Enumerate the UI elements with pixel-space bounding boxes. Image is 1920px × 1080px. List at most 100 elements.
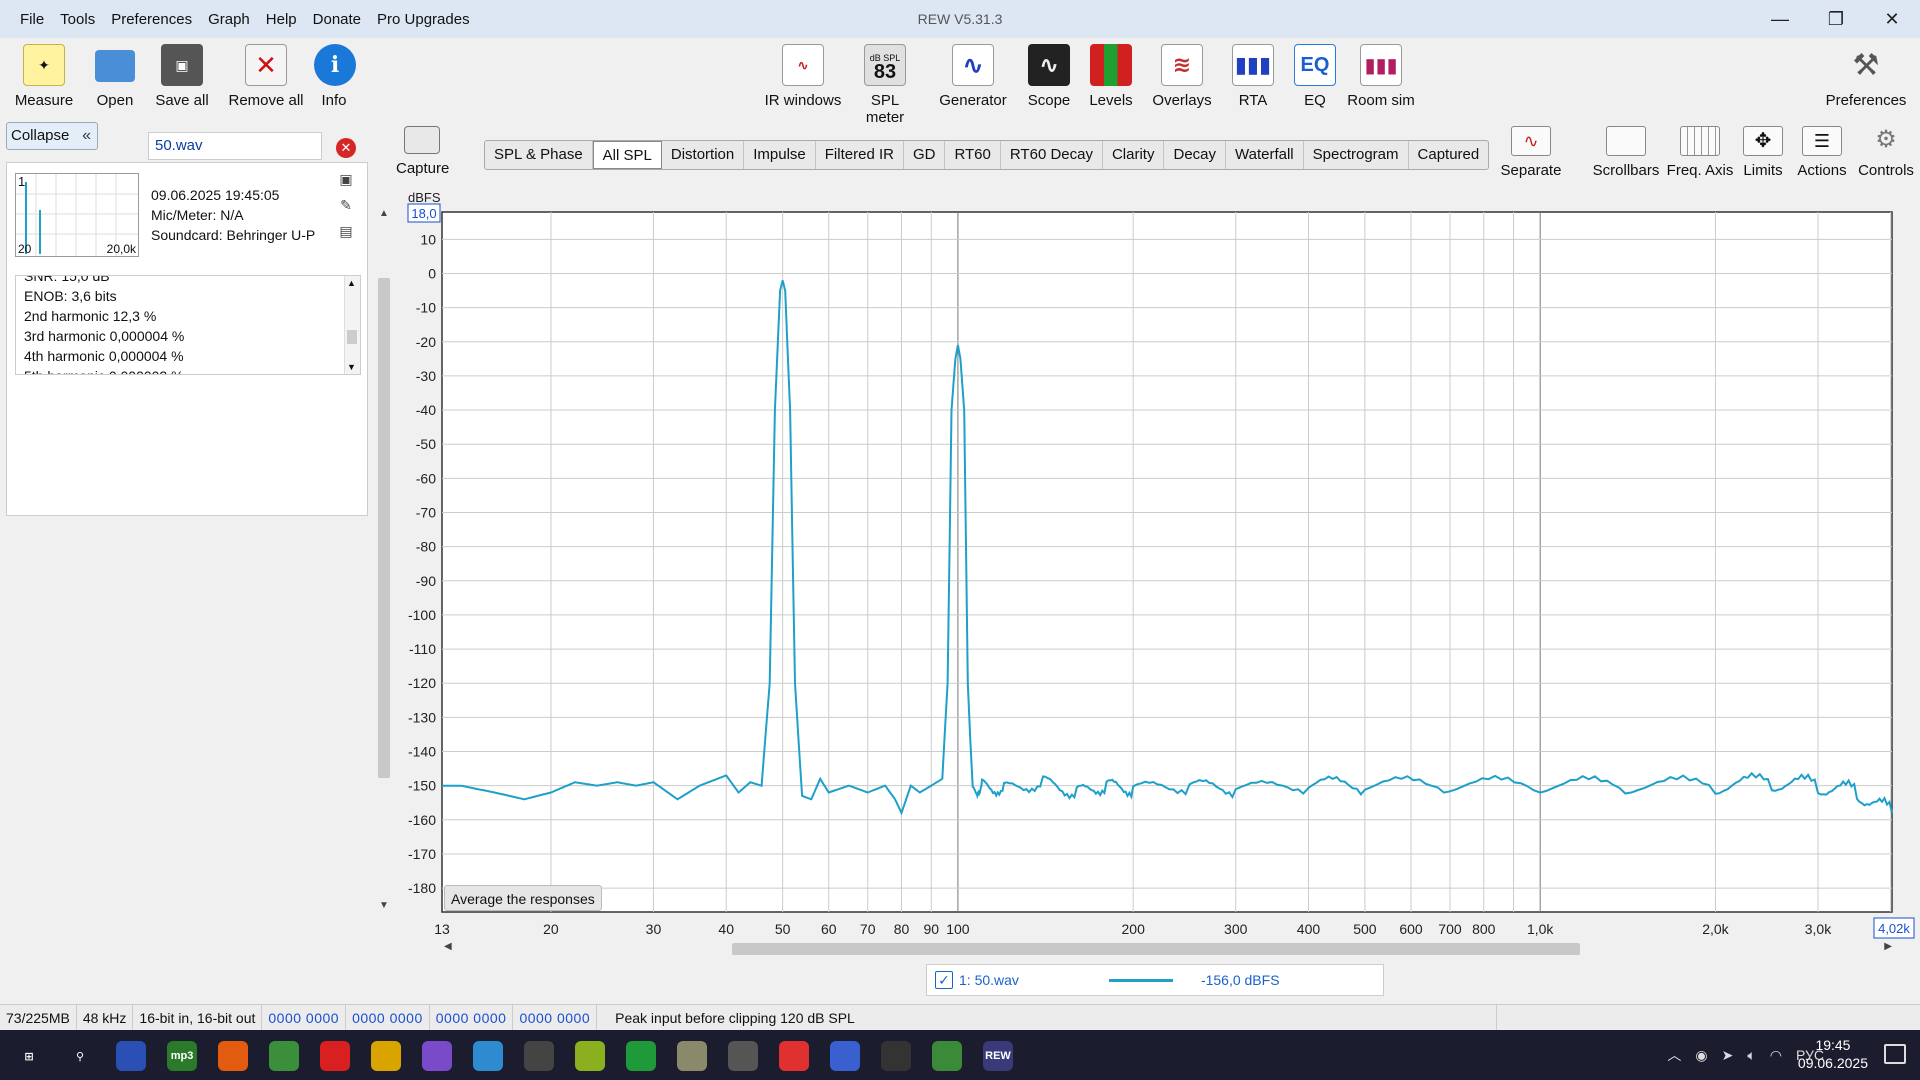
open-button[interactable]: Open — [90, 44, 140, 109]
menu-graph[interactable]: Graph — [200, 11, 258, 28]
tab-clarity[interactable]: Clarity — [1103, 141, 1165, 169]
tab-distortion[interactable]: Distortion — [662, 141, 745, 169]
preferences-button[interactable]: ⚒ Preferences — [1824, 44, 1908, 110]
tab-waterfall[interactable]: Waterfall — [1226, 141, 1304, 169]
ir-windows-button[interactable]: ∿ IR windows — [762, 44, 844, 109]
app-orange-icon[interactable] — [116, 1041, 146, 1071]
generator-button[interactable]: ∿ Generator — [938, 44, 1008, 109]
scope-button[interactable]: ∿ Scope — [1026, 44, 1072, 109]
volume-icon[interactable]: 🔈︎ — [1747, 1047, 1755, 1064]
average-responses-button[interactable]: Average the responses — [444, 885, 602, 911]
tab-spectrogram[interactable]: Spectrogram — [1304, 141, 1409, 169]
save-icon[interactable]: ▣ — [337, 171, 355, 189]
save-all-button[interactable]: ▣ Save all — [154, 44, 210, 109]
telegram-tray-icon[interactable]: ➤ — [1722, 1047, 1734, 1064]
scroll-right-icon[interactable]: ▶ — [1884, 941, 1892, 952]
measurement-name-field[interactable]: 50.wav — [148, 132, 322, 160]
overlays-button[interactable]: ≋ Overlays — [1152, 44, 1212, 109]
series-visibility-checkbox[interactable]: ✓ — [935, 971, 953, 989]
shield-app-icon[interactable] — [932, 1041, 962, 1071]
clock[interactable]: 19:45 09.06.2025 — [1798, 1036, 1868, 1072]
graph-horizontal-scrollbar[interactable]: ◀ ▶ — [440, 941, 1896, 955]
green-plug-icon[interactable] — [626, 1041, 656, 1071]
telegram-icon[interactable] — [473, 1041, 503, 1071]
tab-decay[interactable]: Decay — [1164, 141, 1227, 169]
search-icon[interactable]: ⚲ — [65, 1041, 95, 1071]
rta-button[interactable]: ▮▮▮ RTA — [1232, 44, 1274, 109]
spl-graph[interactable]: 10 0 -10 -20 -30 -40 -50 -60 -70 -80 -90 -100 -110 -1… — [396, 188, 1920, 958]
menu-pro-upgrades[interactable]: Pro Upgrades — [369, 11, 478, 28]
controls-button[interactable]: ⚙ Controls — [1856, 126, 1916, 179]
viber-tray-icon[interactable]: ◉ — [1695, 1047, 1707, 1064]
scrollbars-button[interactable]: Scrollbars — [1590, 126, 1662, 179]
fox-app-icon[interactable] — [524, 1041, 554, 1071]
tab-rt60-decay[interactable]: RT60 Decay — [1001, 141, 1103, 169]
actions-button[interactable]: ☰ Actions — [1794, 126, 1850, 179]
scroll-up-icon[interactable]: ▲ — [379, 208, 389, 219]
menu-preferences[interactable]: Preferences — [103, 11, 200, 28]
notepad-icon[interactable] — [677, 1041, 707, 1071]
windows-start-icon[interactable]: ⊞ — [14, 1041, 44, 1071]
measurement-card[interactable]: 1 20 20,0k 09.06.2025 19:45:05 Mic/Meter… — [6, 162, 368, 516]
pen-icon[interactable]: ✎ — [337, 197, 355, 215]
restore-button[interactable]: ❐ — [1808, 0, 1864, 38]
measure-button[interactable]: ✦ Measure — [12, 44, 76, 109]
tab-all-spl[interactable]: All SPL — [592, 141, 662, 169]
yandex-icon[interactable] — [779, 1041, 809, 1071]
vertical-scroll-thumb[interactable] — [378, 278, 390, 778]
collapse-button[interactable]: Collapse « — [6, 122, 98, 150]
rew-icon[interactable]: REW — [983, 1041, 1013, 1071]
horizontal-scroll-thumb[interactable] — [732, 943, 1580, 955]
levels-button[interactable]: Levels — [1088, 44, 1134, 109]
graph-vertical-scrollbar[interactable]: ▲ ▼ — [376, 118, 392, 912]
menu-tools[interactable]: Tools — [52, 11, 103, 28]
spl-meter-button[interactable]: dB SPL 83 SPL meter — [850, 44, 920, 126]
stats-scrollbar[interactable]: ▲ ▼ — [344, 276, 360, 374]
tab-impulse[interactable]: Impulse — [744, 141, 816, 169]
freq-axis-button[interactable]: Freq. Axis — [1666, 126, 1734, 179]
pin-app-icon[interactable] — [728, 1041, 758, 1071]
room-sim-button[interactable]: ▮▮▮ Room sim — [1346, 44, 1416, 109]
menu-donate[interactable]: Donate — [305, 11, 369, 28]
spl-chart[interactable]: 100-10-20-30-40-50-60-70-80-90-100-110-1… — [396, 188, 1920, 958]
tab-spl-phase[interactable]: SPL & Phase — [485, 141, 593, 169]
warning-app-icon[interactable] — [371, 1041, 401, 1071]
minimize-button[interactable]: — — [1752, 0, 1808, 38]
tab-captured[interactable]: Captured — [1409, 141, 1489, 169]
menu-file[interactable]: File — [12, 11, 52, 28]
wifi-icon[interactable]: ◠ — [1770, 1047, 1782, 1064]
chevron-up-icon[interactable]: ︿ — [1667, 1045, 1681, 1065]
green-app-icon[interactable] — [575, 1041, 605, 1071]
measurement-stats[interactable]: SNR: 15,0 dB ENOB: 3,6 bits 2nd harmonic… — [15, 275, 361, 375]
scroll-down-icon[interactable]: ▼ — [379, 900, 389, 911]
remove-all-button[interactable]: ✕ Remove all — [226, 44, 306, 109]
limits-button[interactable]: ✥ Limits — [1740, 126, 1786, 179]
video-icon[interactable] — [881, 1041, 911, 1071]
viber-icon[interactable] — [422, 1041, 452, 1071]
notes-icon[interactable]: ▤ — [337, 223, 355, 241]
tab-gd[interactable]: GD — [904, 141, 946, 169]
separate-button[interactable]: ∿ Separate — [1496, 126, 1566, 179]
close-button[interactable]: ✕ — [1864, 0, 1920, 38]
y-axis-label: dBFS — [408, 190, 441, 205]
menu-help[interactable]: Help — [258, 11, 305, 28]
mp3-icon[interactable]: mp3 — [167, 1041, 197, 1071]
record-icon[interactable] — [218, 1041, 248, 1071]
status-memory[interactable]: 73/225MB — [0, 1004, 77, 1031]
scroll-down-icon[interactable]: ▼ — [347, 362, 356, 372]
stats-scroll-thumb[interactable] — [347, 330, 357, 344]
vpn-icon[interactable] — [830, 1041, 860, 1071]
y-tick-label: 0 — [428, 265, 436, 281]
remove-measurement-icon[interactable]: ✕ — [336, 138, 356, 158]
notifications-icon[interactable] — [1884, 1044, 1906, 1064]
capture-button[interactable]: Capture — [396, 126, 449, 177]
tab-filtered-ir[interactable]: Filtered IR — [816, 141, 904, 169]
scroll-up-icon[interactable]: ▲ — [347, 278, 356, 288]
scroll-left-icon[interactable]: ◀ — [444, 941, 452, 952]
measurement-thumbnail[interactable]: 1 20 20,0k — [15, 173, 139, 257]
info-button[interactable]: i Info — [314, 44, 356, 109]
tab-rt60[interactable]: RT60 — [945, 141, 1001, 169]
chrome-icon[interactable] — [269, 1041, 299, 1071]
eq-button[interactable]: EQ EQ — [1294, 44, 1336, 109]
yandex-browser-icon[interactable] — [320, 1041, 350, 1071]
